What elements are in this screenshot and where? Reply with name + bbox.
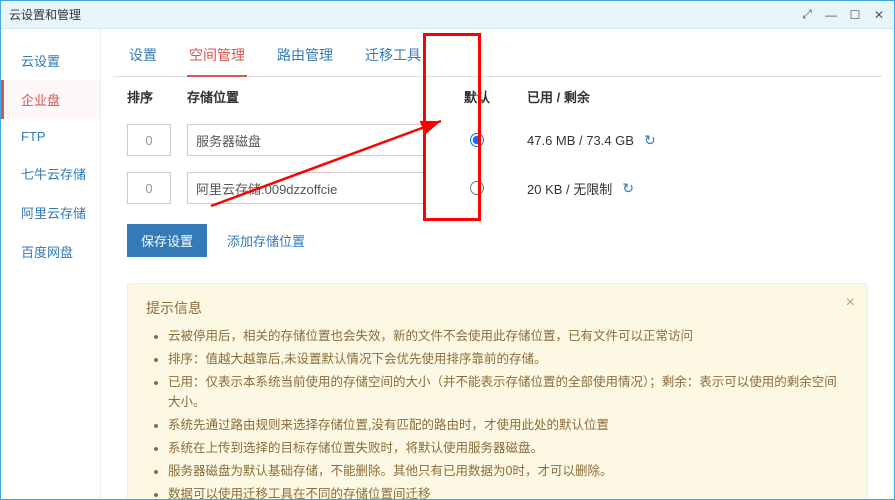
tip-item: 已用：仅表示本系统当前使用的存储空间的大小（并不能表示存储位置的全部使用情况）；… xyxy=(168,372,849,412)
table-row: 20 KB / 无限制 ↻ xyxy=(113,164,882,212)
tab-space[interactable]: 空间管理 xyxy=(187,39,247,77)
sidebar-item-aliyun[interactable]: 阿里云存储 xyxy=(1,193,100,232)
default-radio[interactable] xyxy=(470,181,484,195)
col-header-location: 存储位置 xyxy=(187,87,447,106)
main-content: 设置 空间管理 路由管理 迁移工具 排序 存储位置 默认 已用 / 剩余 47.… xyxy=(101,29,894,499)
sidebar-item-cloud-settings[interactable]: 云设置 xyxy=(1,41,100,80)
usage-text: 20 KB / 无限制 xyxy=(527,179,612,198)
tab-settings[interactable]: 设置 xyxy=(127,39,159,76)
tip-box: × 提示信息 云被停用后，相关的存储位置也会失效，新的文件不会使用此存储位置，已… xyxy=(127,283,868,499)
tabs: 设置 空间管理 路由管理 迁移工具 xyxy=(113,29,882,77)
sidebar-item-baidu[interactable]: 百度网盘 xyxy=(1,232,100,271)
sort-input[interactable] xyxy=(127,172,171,204)
actions-row: 保存设置 添加存储位置 xyxy=(113,212,882,269)
sidebar-item-enterprise-disk[interactable]: 企业盘 xyxy=(1,80,100,119)
save-button[interactable]: 保存设置 xyxy=(127,224,207,257)
window-controls: ⤢ ― ☐ ✕ xyxy=(800,8,886,22)
sort-input[interactable] xyxy=(127,124,171,156)
tab-route[interactable]: 路由管理 xyxy=(275,39,335,76)
minimize-icon[interactable]: ― xyxy=(824,8,838,22)
window-title: 云设置和管理 xyxy=(9,6,81,23)
col-header-usage: 已用 / 剩余 xyxy=(507,87,868,106)
tip-title: 提示信息 xyxy=(146,298,849,318)
expand-icon[interactable]: ⤢ xyxy=(800,8,814,22)
location-input[interactable] xyxy=(187,124,425,156)
tip-item: 排序：值越大越靠后,未设置默认情况下会优先使用排序靠前的存储。 xyxy=(168,349,849,369)
tip-list: 云被停用后，相关的存储位置也会失效，新的文件不会使用此存储位置，已有文件可以正常… xyxy=(146,326,849,499)
usage-text: 47.6 MB / 73.4 GB xyxy=(527,133,634,148)
sidebar: 云设置 企业盘 FTP 七牛云存储 阿里云存储 百度网盘 xyxy=(1,29,101,499)
maximize-icon[interactable]: ☐ xyxy=(848,8,862,22)
add-location-link[interactable]: 添加存储位置 xyxy=(227,231,305,250)
tip-close-icon[interactable]: × xyxy=(846,294,855,312)
sidebar-item-ftp[interactable]: FTP xyxy=(1,119,100,154)
col-header-sort: 排序 xyxy=(127,87,187,106)
refresh-icon[interactable]: ↻ xyxy=(644,132,656,149)
table-header: 排序 存储位置 默认 已用 / 剩余 xyxy=(113,77,882,116)
location-input[interactable] xyxy=(187,172,425,204)
tab-migrate[interactable]: 迁移工具 xyxy=(363,39,423,76)
default-radio[interactable] xyxy=(470,133,484,147)
sidebar-item-qiniu[interactable]: 七牛云存储 xyxy=(1,154,100,193)
close-icon[interactable]: ✕ xyxy=(872,8,886,22)
titlebar: 云设置和管理 ⤢ ― ☐ ✕ xyxy=(1,1,894,29)
table-row: 47.6 MB / 73.4 GB ↻ xyxy=(113,116,882,164)
refresh-icon[interactable]: ↻ xyxy=(622,180,634,197)
tip-item: 云被停用后，相关的存储位置也会失效，新的文件不会使用此存储位置，已有文件可以正常… xyxy=(168,326,849,346)
tip-item: 服务器磁盘为默认基础存储，不能删除。其他只有已用数据为0时，才可以删除。 xyxy=(168,461,849,481)
tip-item: 数据可以使用迁移工具在不同的存储位置间迁移 xyxy=(168,484,849,499)
tip-item: 系统先通过路由规则来选择存储位置,没有匹配的路由时，才使用此处的默认位置 xyxy=(168,415,849,435)
col-header-default: 默认 xyxy=(447,87,507,106)
tip-item: 系统在上传到选择的目标存储位置失败时，将默认使用服务器磁盘。 xyxy=(168,438,849,458)
